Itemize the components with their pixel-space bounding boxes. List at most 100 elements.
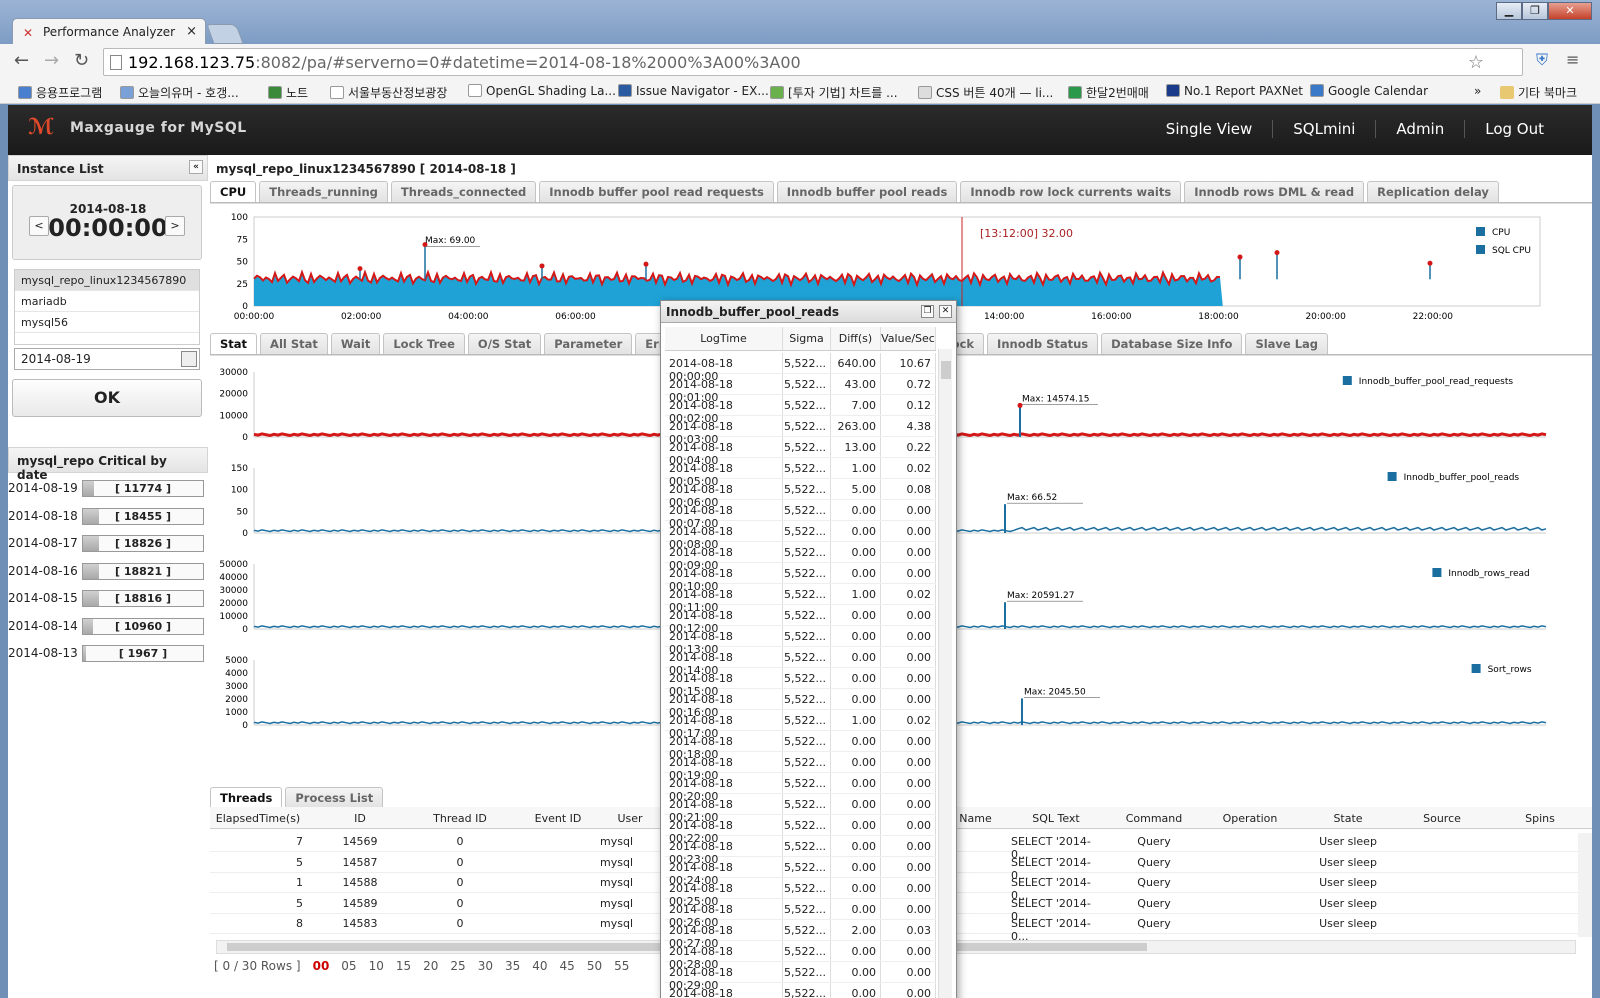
page-link[interactable]: 05 [341, 959, 356, 973]
page-link[interactable]: 15 [396, 959, 411, 973]
back-arrow-icon[interactable]: ← [14, 50, 29, 71]
tab-slave-lag[interactable]: Slave Lag [1245, 333, 1329, 354]
collapse-icon[interactable]: « [189, 160, 203, 174]
grid-column-header[interactable]: State [1308, 812, 1388, 825]
grid-column-header[interactable]: ElapsedTime(s) [213, 812, 303, 825]
instance-item[interactable]: mariadb [15, 291, 199, 312]
tab-database-size-info[interactable]: Database Size Info [1101, 333, 1243, 354]
nav-logout[interactable]: Log Out [1464, 120, 1564, 138]
new-tab-button[interactable] [206, 24, 244, 44]
popup-row[interactable]: 2014-08-18 00:20:00 5,522... 0.00 0.00 [665, 773, 936, 803]
reload-icon[interactable]: ↻ [74, 50, 89, 71]
maximize-icon[interactable]: ❐ [1522, 2, 1548, 20]
grid-column-header[interactable]: Spins [1520, 812, 1560, 825]
grid-column-header[interactable]: Command [1114, 812, 1194, 825]
popup-scrollbar[interactable] [938, 349, 952, 998]
maximize-popup-icon[interactable]: ❐ [921, 305, 934, 318]
tab-threads-connected[interactable]: Threads_connected [390, 181, 537, 202]
tab-stat[interactable]: Stat [210, 333, 258, 354]
popup-scroll-thumb[interactable] [941, 361, 951, 379]
bookmarks-more-icon[interactable]: » [1474, 84, 1481, 98]
popup-row[interactable]: 2014-08-18 00:03:00 5,522... 263.00 4.38 [665, 416, 936, 446]
tab-innodb-row-lock-currents-waits[interactable]: Innodb row lock currents waits [960, 181, 1182, 202]
popup-row[interactable]: 2014-08-18 00:21:00 5,522... 0.00 0.00 [665, 794, 936, 824]
tab-o-s-stat[interactable]: O/S Stat [467, 333, 542, 354]
tab-cpu[interactable]: CPU [210, 181, 257, 202]
popup-column-header[interactable]: Value/Sec [881, 327, 936, 350]
ok-button[interactable]: OK [12, 379, 202, 417]
tab-wait[interactable]: Wait [330, 333, 381, 354]
popup-row[interactable]: 2014-08-18 00:09:00 5,522... 0.00 0.00 [665, 542, 936, 572]
prev-time-button[interactable]: < [29, 216, 49, 236]
grid-column-header[interactable]: SQL Text [1011, 812, 1101, 825]
tab-threads-running[interactable]: Threads_running [259, 181, 388, 202]
bookmark-item[interactable]: No.1 Report PAXNet [1166, 84, 1303, 98]
page-link[interactable]: 25 [450, 959, 465, 973]
bookmark-item[interactable]: [투자 기법] 차트를 ... [770, 84, 898, 101]
popup-row[interactable]: 2014-08-18 00:23:00 5,522... 0.00 0.00 [665, 836, 936, 866]
popup-row[interactable]: 2014-08-18 00:28:00 5,522... 0.00 0.00 [665, 941, 936, 971]
grid-column-header[interactable]: Event ID [518, 812, 598, 825]
popup-row[interactable]: 2014-08-18 00:24:00 5,522... 0.00 0.00 [665, 857, 936, 887]
popup-row[interactable]: 2014-08-18 00:08:00 5,522... 0.00 0.00 [665, 521, 936, 551]
bookmark-item[interactable]: 노트 [268, 84, 308, 101]
tab-innodb-buffer-pool-reads[interactable]: Innodb buffer pool reads [776, 181, 958, 202]
chrome-menu-icon[interactable]: ≡ [1566, 50, 1579, 69]
next-time-button[interactable]: > [165, 216, 185, 236]
tab-innodb-buffer-pool-read-requests[interactable]: Innodb buffer pool read requests [539, 181, 774, 202]
nav-sqlmini[interactable]: SQLmini [1272, 120, 1375, 138]
page-link[interactable]: 50 [587, 959, 602, 973]
tab-lock-tree[interactable]: Lock Tree [383, 333, 465, 354]
popup-row[interactable]: 2014-08-18 00:30:005,522...0.000.00 [665, 983, 936, 998]
nav-admin[interactable]: Admin [1375, 120, 1464, 138]
popup-row[interactable]: 2014-08-18 00:15:00 5,522... 0.00 0.00 [665, 668, 936, 698]
tab-parameter[interactable]: Parameter [544, 333, 633, 354]
bookmark-item[interactable]: 오늘의유머 - 호갱... [120, 84, 239, 101]
tab-all-stat[interactable]: All Stat [260, 333, 328, 354]
popup-row[interactable]: 2014-08-18 00:12:00 5,522... 0.00 0.00 [665, 605, 936, 635]
popup-row[interactable]: 2014-08-18 00:22:00 5,522... 0.00 0.00 [665, 815, 936, 845]
critical-row[interactable]: 2014-08-19 [ 11774 ] [8, 479, 208, 499]
popup-row[interactable]: 2014-08-18 00:16:00 5,522... 0.00 0.00 [665, 689, 936, 719]
forward-arrow-icon[interactable]: → [44, 50, 59, 71]
grid-column-header[interactable]: Source [1402, 812, 1482, 825]
minimize-icon[interactable]: ▁ [1496, 2, 1522, 20]
instance-item[interactable]: mysql_repo_linux1234567890 [15, 270, 199, 291]
close-tab-icon[interactable]: × [186, 24, 197, 39]
bookmark-star-icon[interactable]: ☆ [1468, 52, 1484, 73]
popup-row[interactable]: 2014-08-18 00:01:00 5,522... 43.00 0.72 [665, 374, 936, 404]
popup-column-header[interactable]: LogTime [665, 327, 783, 350]
page-link[interactable]: 00 [313, 959, 330, 973]
critical-row[interactable]: 2014-08-18 [ 18455 ] [8, 507, 208, 527]
grid-column-header[interactable]: Operation [1210, 812, 1290, 825]
close-popup-icon[interactable]: ✕ [939, 305, 952, 318]
popup-row[interactable]: 2014-08-18 00:19:00 5,522... 0.00 0.00 [665, 752, 936, 782]
threads-vscroll[interactable] [1578, 833, 1592, 937]
bookmark-item[interactable]: 서울부동산정보광장 [330, 84, 447, 101]
page-link[interactable]: 40 [532, 959, 547, 973]
tab-innodb-status[interactable]: Innodb Status [987, 333, 1099, 354]
tab-replication-delay[interactable]: Replication delay [1367, 181, 1499, 202]
page-link[interactable]: 30 [478, 959, 493, 973]
popup-row[interactable]: 2014-08-18 00:00:00 5,522... 640.00 10.67 [665, 353, 936, 383]
critical-row[interactable]: 2014-08-13 [ 1967 ] [8, 644, 208, 664]
grid-column-header[interactable]: Thread ID [420, 812, 500, 825]
page-link[interactable]: 35 [505, 959, 520, 973]
page-link[interactable]: 10 [369, 959, 384, 973]
page-link[interactable]: 20 [423, 959, 438, 973]
page-link[interactable]: 45 [560, 959, 575, 973]
popup-row[interactable]: 2014-08-18 00:04:00 5,522... 13.00 0.22 [665, 437, 936, 467]
critical-row[interactable]: 2014-08-17 [ 18826 ] [8, 534, 208, 554]
nav-single-view[interactable]: Single View [1146, 120, 1272, 138]
tab-process-list[interactable]: Process List [285, 787, 384, 808]
popup-row[interactable]: 2014-08-18 00:05:00 5,522... 1.00 0.02 [665, 458, 936, 488]
popup-row[interactable]: 2014-08-18 00:27:00 5,522... 2.00 0.03 [665, 920, 936, 950]
popup-row[interactable]: 2014-08-18 00:11:00 5,522... 1.00 0.02 [665, 584, 936, 614]
popup-row[interactable]: 2014-08-18 00:02:00 5,522... 7.00 0.12 [665, 395, 936, 425]
bookmark-item[interactable]: 한달2번매매 [1068, 84, 1149, 101]
page-link[interactable]: 55 [614, 959, 629, 973]
close-window-icon[interactable]: ✕ [1548, 2, 1592, 20]
calendar-icon[interactable] [181, 351, 197, 367]
popup-column-header[interactable]: Sigma [783, 327, 831, 350]
grid-column-header[interactable]: User [600, 812, 660, 825]
